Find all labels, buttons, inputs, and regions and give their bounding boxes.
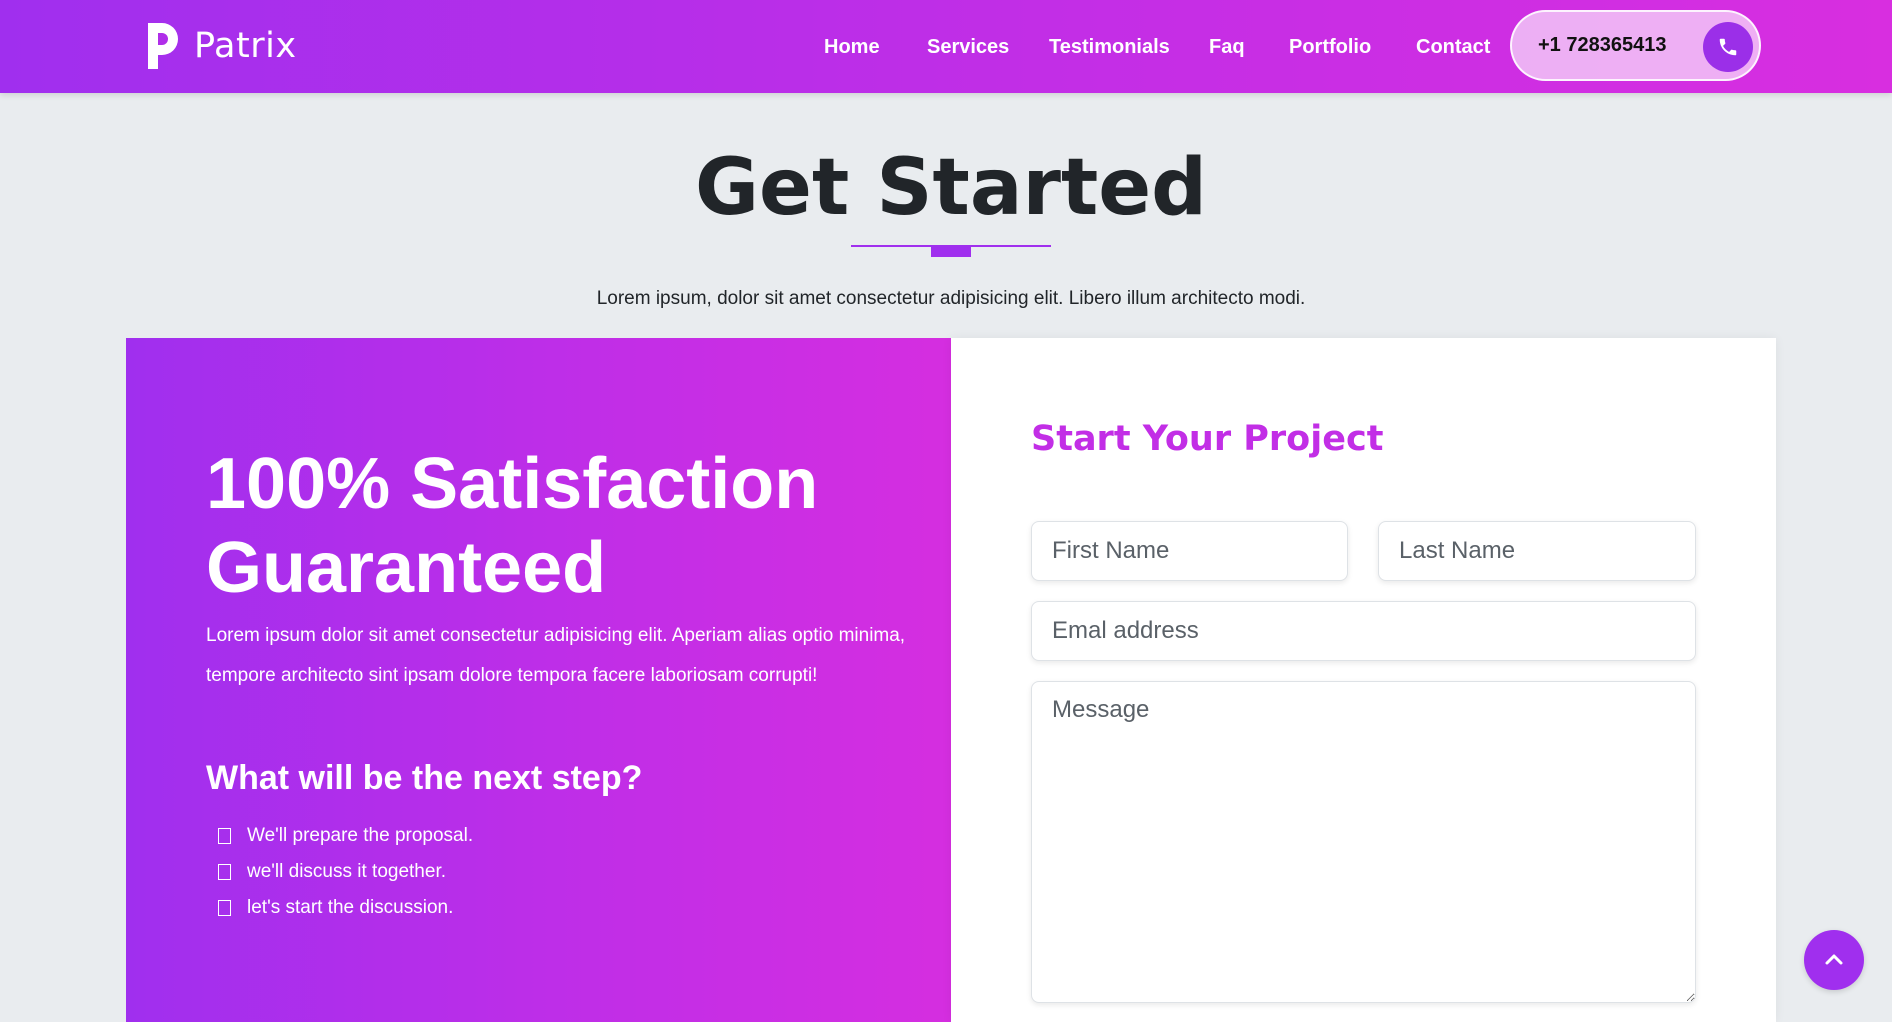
chevron-up-icon [1825,954,1843,965]
section-title: Get Started [695,143,1207,233]
nav-link-home[interactable]: Home [824,30,880,64]
nav-link-portfolio[interactable]: Portfolio [1289,30,1371,64]
title-underline-accent [931,247,971,257]
form-title: Start Your Project [1031,419,1384,459]
step-label: let's start the discussion. [247,897,454,918]
checkbox-icon [218,828,231,844]
first-name-input[interactable] [1031,521,1348,581]
nav-link-testimonials[interactable]: Testimonials [1049,30,1170,64]
step-label: we'll discuss it together. [247,861,446,882]
phone-icon[interactable] [1703,22,1753,72]
navbar: Patrix Home Services Testimonials Faq Po… [0,0,1892,93]
satisfaction-panel: 100% Satisfaction Guaranteed Lorem ipsum… [126,338,951,1022]
logo-icon [144,19,184,73]
list-item: let's start the discussion. [218,890,473,926]
satisfaction-text: Lorem ipsum dolor sit amet consectetur a… [206,625,906,686]
list-item: we'll discuss it together. [218,854,473,890]
nav-link-services[interactable]: Services [927,30,1009,64]
checkbox-icon [218,900,231,916]
next-step-heading: What will be the next step? [206,759,643,797]
message-textarea[interactable] [1031,681,1696,1003]
satisfaction-heading: 100% Satisfaction Guaranteed [206,444,819,608]
brand-name: Patrix [194,25,297,66]
email-input[interactable] [1031,601,1696,661]
scroll-to-top-button[interactable] [1804,930,1864,990]
section-subtitle: Lorem ipsum, dolor sit amet consectetur … [596,288,1306,309]
next-steps-list: We'll prepare the proposal. we'll discus… [218,818,473,926]
nav-link-contact[interactable]: Contact [1416,30,1490,64]
nav-link-faq[interactable]: Faq [1209,30,1245,64]
checkbox-icon [218,864,231,880]
step-label: We'll prepare the proposal. [247,825,474,846]
last-name-input[interactable] [1378,521,1696,581]
project-form-panel: Start Your Project [951,338,1776,1022]
brand-logo[interactable]: Patrix [144,18,297,74]
phone-number: +1 728365413 [1538,34,1667,56]
list-item: We'll prepare the proposal. [218,818,473,854]
phone-contact-pill[interactable]: +1 728365413 [1510,10,1761,81]
